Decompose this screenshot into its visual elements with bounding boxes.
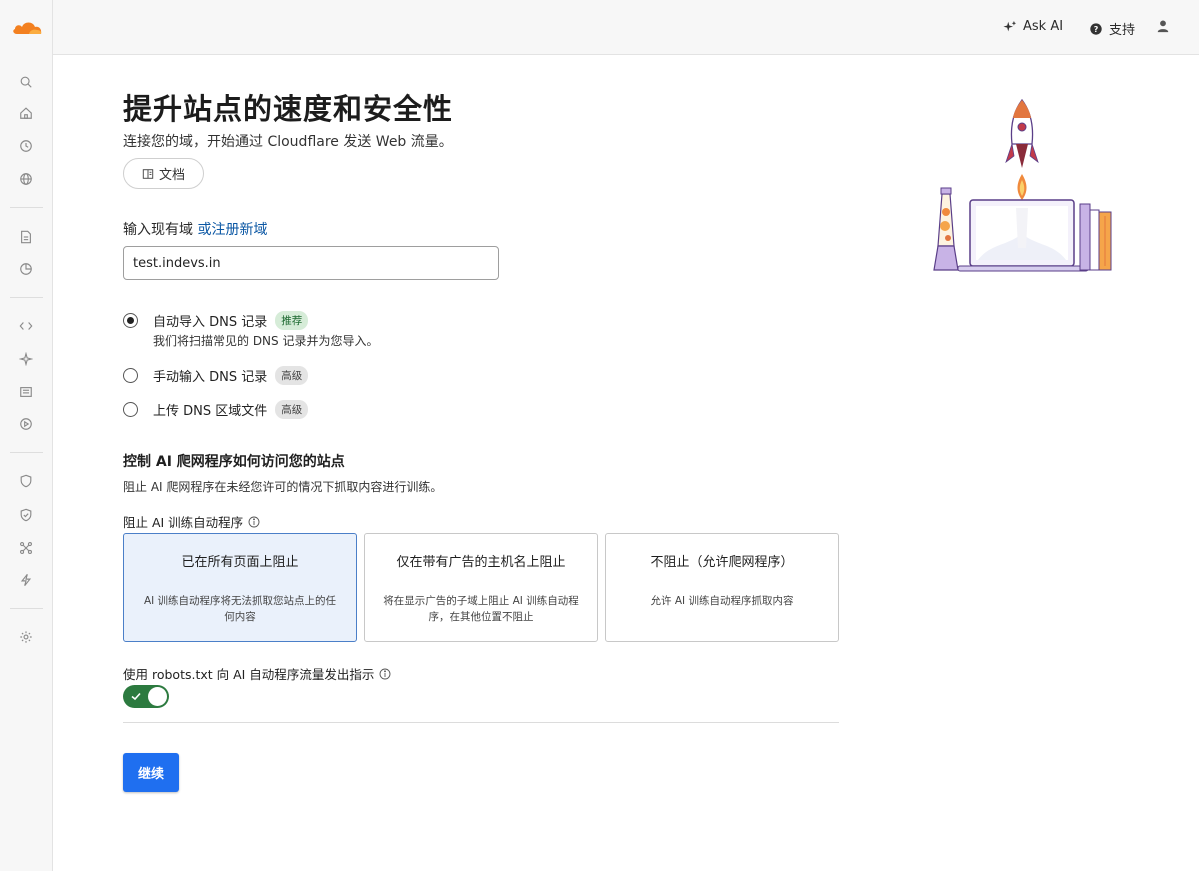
support-label: 支持 [1109,23,1136,38]
toggle-knob [148,687,167,706]
robots-label: 使用 robots.txt 向 AI 自动程序流量发出指示 [123,664,391,683]
robots-label-text: 使用 robots.txt 向 AI 自动程序流量发出指示 [123,667,375,682]
info-icon[interactable] [379,668,391,680]
card-description: 允许 AI 训练自动程序抓取内容 [650,595,794,607]
topbar: Ask AI ? 支持 [53,0,1199,55]
block-ai-label: 阻止 AI 训练自动程序 [123,512,260,531]
docs-label: 文档 [158,168,185,183]
section-divider [123,722,839,723]
continue-button[interactable]: 继续 [123,753,179,792]
domain-label-text: 输入现有域 [123,222,193,238]
block-option-ad-hostnames[interactable]: 仅在带有广告的主机名上阻止 将在显示广告的子域上阻止 AI 训练自动程序，在其他… [364,533,598,642]
sparkle-icon [1003,20,1017,31]
page-subtitle: 连接您的域，开始通过 Cloudflare 发送 Web 流量。 [123,134,453,150]
sidebar [0,0,53,871]
radio-button[interactable] [123,368,138,383]
help-icon: ? [1090,22,1102,35]
block-option-allow[interactable]: 不阻止（允许爬网程序） 允许 AI 训练自动程序抓取内容 [605,533,839,642]
dns-option-description: 我们将扫描常见的 DNS 记录并为您导入。 [153,334,379,348]
ask-ai-button[interactable]: Ask AI [1003,19,1063,34]
advanced-badge: 高级 [275,366,309,385]
radio-button[interactable] [123,313,138,328]
sparkle-icon[interactable] [17,350,35,368]
robots-toggle[interactable] [123,685,169,708]
book-icon [142,168,154,179]
card-title: 仅在带有广告的主机名上阻止 [396,555,566,570]
svg-text:?: ? [1094,25,1099,34]
sidebar-divider [10,608,43,609]
page-title: 提升站点的速度和安全性 [123,92,454,126]
chart-icon[interactable] [17,260,35,278]
bolt-icon[interactable] [17,571,35,589]
info-icon[interactable] [248,516,260,528]
globe-icon[interactable] [17,170,35,188]
ai-section-title: 控制 AI 爬网程序如何访问您的站点 [123,454,345,470]
sidebar-divider [10,452,43,453]
domain-input[interactable] [123,246,499,280]
card-title: 不阻止（允许爬网程序） [650,555,794,570]
dns-option-label: 自动导入 DNS 记录 [153,315,268,330]
shield-check-icon[interactable] [17,506,35,524]
register-domain-link[interactable]: 或注册新域 [197,222,267,238]
dns-option-auto[interactable]: 自动导入 DNS 记录 推荐 [123,311,309,330]
dns-option-label: 上传 DNS 区域文件 [153,404,268,419]
card-description: AI 训练自动程序将无法抓取您站点上的任何内容 [143,595,337,623]
user-menu-button[interactable] [1156,19,1170,33]
shield-icon[interactable] [17,472,35,490]
radio-button[interactable] [123,402,138,417]
history-icon[interactable] [17,137,35,155]
user-icon [1157,20,1169,33]
block-option-all-pages[interactable]: 已在所有页面上阻止 AI 训练自动程序将无法抓取您站点上的任何内容 [123,533,357,642]
cloudflare-logo[interactable] [11,18,43,36]
block-ai-label-text: 阻止 AI 训练自动程序 [123,515,244,530]
support-button[interactable]: ? 支持 [1089,19,1135,38]
card-title: 已在所有页面上阻止 [181,555,299,570]
dns-option-manual[interactable]: 手动输入 DNS 记录 高级 [123,366,309,385]
dns-option-label: 手动输入 DNS 记录 [153,370,268,385]
document-icon[interactable] [17,228,35,246]
check-icon [131,692,141,701]
domain-field-label: 输入现有域 或注册新域 [123,219,267,239]
search-icon[interactable] [17,73,35,91]
ask-ai-label: Ask AI [1023,19,1064,34]
list-icon[interactable] [17,383,35,401]
ai-section-description: 阻止 AI 爬网程序在未经您许可的情况下抓取内容进行训练。 [123,480,443,494]
home-icon[interactable] [17,104,35,122]
play-icon[interactable] [17,415,35,433]
docs-button[interactable]: 文档 [123,158,204,189]
dns-option-upload[interactable]: 上传 DNS 区域文件 高级 [123,400,309,419]
gear-icon[interactable] [17,628,35,646]
advanced-badge: 高级 [275,400,309,419]
card-description: 将在显示广告的子域上阻止 AI 训练自动程序，在其他位置不阻止 [383,595,579,623]
rocket-laptop-illustration [933,98,1112,272]
sidebar-divider [10,297,43,298]
code-icon[interactable] [17,317,35,335]
sidebar-divider [10,207,43,208]
network-icon[interactable] [17,539,35,557]
recommended-badge: 推荐 [275,311,309,330]
